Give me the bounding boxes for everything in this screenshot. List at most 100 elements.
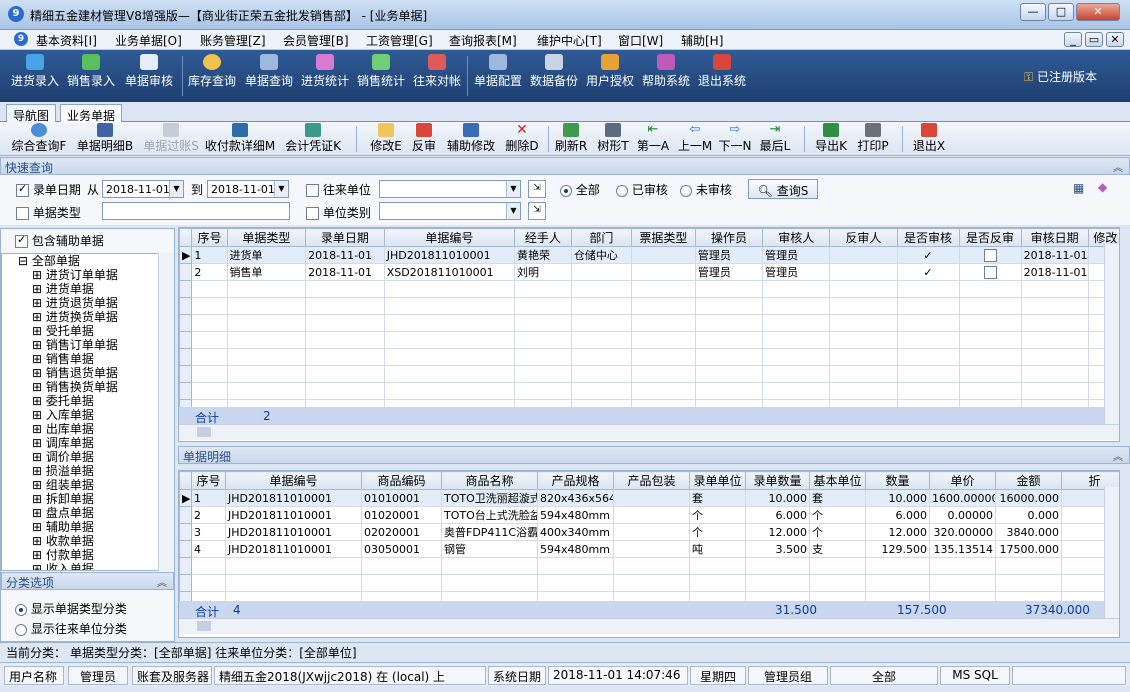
table-cell[interactable]	[537, 574, 614, 592]
table-cell[interactable]: 个	[689, 506, 746, 524]
data-backup-button[interactable]: 数据备份	[528, 54, 580, 89]
bill-post-button[interactable]: 单据过账S	[140, 123, 202, 154]
row-indicator[interactable]	[179, 557, 192, 575]
table-cell[interactable]: 管理员	[762, 263, 831, 281]
table-cell[interactable]: 3840.000	[995, 523, 1062, 541]
table-cell[interactable]	[829, 280, 898, 298]
table-cell[interactable]	[896, 365, 960, 383]
table-cell[interactable]: 820x436x564mm	[537, 489, 614, 507]
bill-detail-vscrollbar[interactable]	[1104, 487, 1119, 618]
minimize-button[interactable]: —	[1020, 3, 1046, 21]
table-cell[interactable]	[694, 365, 764, 383]
tab-business-bills[interactable]: 业务单据	[60, 104, 123, 123]
table-cell[interactable]: 1600.00000	[929, 489, 996, 507]
table-cell[interactable]	[829, 263, 898, 281]
table-cell[interactable]	[191, 382, 228, 400]
column-header[interactable]: 审核日期	[1020, 228, 1089, 247]
collapse-chevron-icon[interactable]: ︽	[157, 574, 167, 589]
column-header[interactable]: 金额	[995, 471, 1062, 490]
column-header[interactable]: 录单日期	[305, 228, 385, 247]
collapse-chevron-icon[interactable]: ︽	[1113, 448, 1123, 463]
table-cell[interactable]: 02020001	[361, 523, 442, 541]
tree-item[interactable]: ⊞ 受托单据	[2, 324, 158, 338]
mdi-close-button[interactable]: ✕	[1106, 32, 1124, 47]
row-indicator[interactable]	[179, 280, 193, 298]
table-cell[interactable]	[762, 297, 831, 315]
table-cell[interactable]	[305, 365, 385, 383]
quick-query-header[interactable]: 快速查询 ︽	[0, 157, 1130, 175]
table-cell[interactable]	[570, 314, 632, 332]
opt-unit-class[interactable]: 显示往来单位分类	[15, 620, 127, 637]
scroll-thumb[interactable]	[197, 621, 211, 631]
table-cell[interactable]: 01020001	[361, 506, 442, 524]
combined-query-button[interactable]: 综合查询F	[8, 123, 70, 154]
maximize-button[interactable]: □	[1048, 3, 1074, 21]
table-cell[interactable]: 1	[191, 246, 228, 264]
unit-category-checkbox[interactable]	[306, 207, 319, 220]
table-cell[interactable]: 2018-11-01	[1020, 246, 1089, 264]
table-cell[interactable]	[191, 574, 226, 592]
unreversed-checkbox[interactable]	[983, 265, 997, 279]
table-cell[interactable]	[958, 331, 1022, 349]
table-cell[interactable]: 管理员	[762, 246, 831, 264]
column-header[interactable]: 票据类型	[630, 228, 696, 247]
row-indicator[interactable]	[179, 506, 192, 524]
table-cell[interactable]: ✓	[896, 246, 960, 264]
table-cell[interactable]	[829, 246, 898, 264]
include-aux-checkbox[interactable]	[15, 233, 28, 248]
query-button[interactable]: 🔍︎ 查询S	[748, 179, 818, 199]
table-cell[interactable]	[613, 489, 690, 507]
table-cell[interactable]	[383, 331, 515, 349]
exit-button[interactable]: 退出X	[910, 123, 948, 154]
dropdown-arrow-icon[interactable]: ▼	[506, 203, 520, 219]
table-cell[interactable]: ✓	[896, 263, 960, 281]
table-cell[interactable]	[694, 314, 764, 332]
table-cell[interactable]	[689, 574, 746, 592]
table-cell[interactable]: 仓储中心	[570, 246, 632, 264]
table-cell[interactable]	[829, 348, 898, 366]
table-cell[interactable]	[809, 574, 866, 592]
table-cell[interactable]	[305, 314, 385, 332]
table-cell[interactable]	[226, 348, 307, 366]
table-cell[interactable]: 12.000	[745, 523, 810, 541]
column-header[interactable]: 单价	[929, 471, 996, 490]
radio-audited-dot[interactable]	[616, 184, 628, 197]
table-cell[interactable]	[630, 297, 696, 315]
table-row[interactable]	[179, 382, 1119, 400]
row-indicator[interactable]	[179, 297, 193, 315]
table-cell[interactable]: 10.000	[745, 489, 810, 507]
table-cell[interactable]: 黄艳荣	[513, 246, 572, 264]
table-cell[interactable]	[829, 314, 898, 332]
table-cell[interactable]: 320.00000	[929, 523, 996, 541]
tree-item[interactable]: ⊞ 销售换货单据	[2, 380, 158, 394]
menu-business[interactable]: 业务单据[O]	[115, 32, 182, 49]
tree-item[interactable]: ⊞ 进货退货单据	[2, 296, 158, 310]
table-cell[interactable]	[570, 382, 632, 400]
table-cell[interactable]: 2	[191, 263, 228, 281]
prev-button[interactable]: ⇦ 上一M	[676, 123, 714, 154]
table-cell[interactable]	[694, 331, 764, 349]
table-cell[interactable]	[1020, 365, 1089, 383]
table-cell[interactable]	[191, 557, 226, 575]
table-cell[interactable]	[513, 331, 572, 349]
table-row[interactable]: ▶ 1 JHD201811010001 01010001 TOTO卫洗丽超漩式 820x4…	[179, 489, 1119, 507]
table-cell[interactable]: 1	[191, 489, 226, 507]
table-cell[interactable]: 2018-11-01	[1020, 263, 1089, 281]
user-auth-button[interactable]: 用户授权	[584, 54, 636, 89]
table-row[interactable]	[179, 280, 1119, 298]
last-button[interactable]: ⇥ 最后L	[756, 123, 794, 154]
table-cell[interactable]	[1020, 297, 1089, 315]
column-header[interactable]: 录单单位	[689, 471, 746, 490]
table-cell[interactable]: 2018-11-01	[305, 263, 385, 281]
tree-item[interactable]: ⊞ 销售退货单据	[2, 366, 158, 380]
sales-entry-button[interactable]: 销售录入	[66, 54, 116, 89]
unit-category-filter[interactable]: 单位类别	[306, 204, 371, 221]
table-cell[interactable]	[191, 331, 228, 349]
tree-root[interactable]: ⊟ 全部单据	[2, 254, 158, 268]
table-cell[interactable]	[383, 348, 515, 366]
row-indicator[interactable]	[179, 314, 193, 332]
table-cell[interactable]	[630, 246, 696, 264]
bill-type-checkbox[interactable]	[16, 207, 29, 220]
table-cell[interactable]	[745, 557, 810, 575]
table-cell[interactable]: 0.00000	[929, 506, 996, 524]
